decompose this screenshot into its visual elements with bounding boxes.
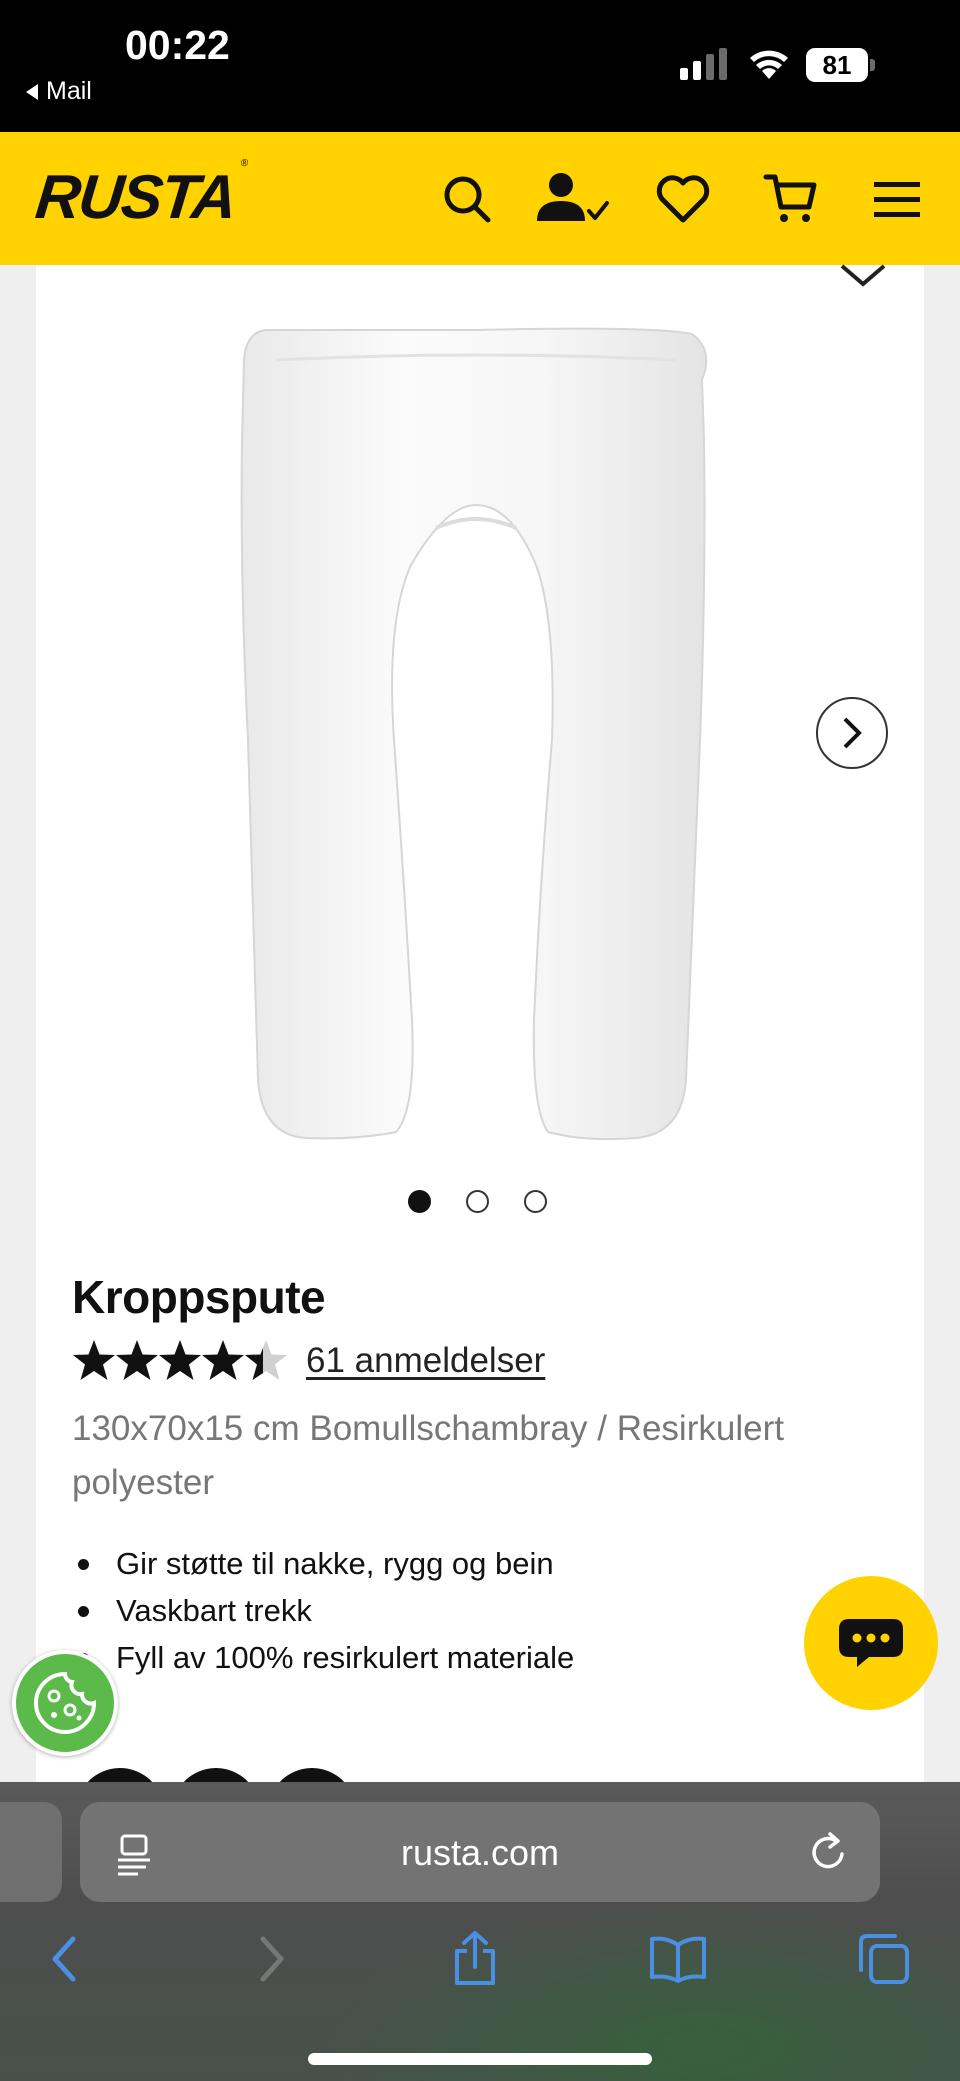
cart-button[interactable]: [760, 168, 822, 230]
wifi-icon: [750, 50, 788, 79]
product-title: Kroppspute: [72, 1271, 326, 1323]
url-text: rusta.com: [400, 1832, 560, 1873]
menu-icon: [874, 182, 920, 217]
address-bar[interactable]: rusta.com: [80, 1802, 880, 1902]
logo-registered-mark: ®: [239, 158, 247, 170]
tabs-button[interactable]: [852, 1927, 916, 1991]
browser-back-button[interactable]: [32, 1927, 96, 1991]
carousel-dot-2[interactable]: [466, 1190, 489, 1213]
bookmarks-icon: [650, 1936, 706, 1983]
carousel-dot-3[interactable]: [524, 1190, 547, 1213]
logo-text: RUSTA: [32, 163, 239, 232]
previous-tab[interactable]: [0, 1802, 62, 1902]
search-button[interactable]: [436, 168, 498, 230]
feature-item: Gir støtte til nakke, rygg og bein: [72, 1540, 574, 1587]
carousel-dots: [408, 1190, 547, 1213]
status-time: 00:22: [125, 22, 230, 68]
chat-button[interactable]: [804, 1576, 938, 1710]
product-rating: 61 anmeldelser: [72, 1338, 545, 1384]
back-to-mail[interactable]: Mail: [26, 77, 92, 106]
cookie-settings-button[interactable]: [12, 1650, 118, 1756]
home-indicator: [308, 2053, 652, 2065]
feature-item: Vaskbart trekk: [72, 1587, 574, 1634]
product-image[interactable]: [236, 320, 716, 1150]
account-button[interactable]: [536, 168, 614, 230]
site-header: RUSTA®: [0, 132, 960, 265]
product-description: 130x70x15 cm Bomullschambray / Resirkule…: [72, 1409, 784, 1502]
status-bar: 00:22 Mail 81: [0, 0, 960, 132]
browser-toolbar: rusta.com: [0, 1782, 960, 2081]
account-icon: [537, 173, 609, 221]
rusta-logo[interactable]: RUSTA®: [32, 158, 246, 233]
chevron-right-icon: [843, 717, 862, 749]
chat-icon: [839, 1619, 903, 1667]
back-label: Mail: [46, 77, 92, 105]
share-button[interactable]: [443, 1927, 507, 1991]
wishlist-button[interactable]: [652, 168, 714, 230]
signal-icon: [680, 48, 727, 80]
back-triangle-icon: [26, 83, 38, 100]
chevron-down-icon[interactable]: [838, 262, 888, 288]
battery-level: 81: [806, 48, 868, 82]
menu-button[interactable]: [866, 168, 928, 230]
heart-icon: [656, 175, 710, 223]
next-image-button[interactable]: [816, 697, 888, 769]
browser-nav: [0, 1927, 960, 2007]
share-icon: [455, 1931, 495, 1985]
cart-icon: [763, 174, 817, 222]
tabs-icon: [859, 1934, 909, 1984]
back-icon: [52, 1936, 76, 1982]
browser-forward-button[interactable]: [240, 1927, 304, 1991]
feature-item: Fyll av 100% resirkulert materiale: [72, 1634, 574, 1681]
carousel-dot-1[interactable]: [408, 1190, 431, 1213]
bookmarks-button[interactable]: [646, 1927, 710, 1991]
rating-stars-icon: [73, 1340, 287, 1380]
battery-icon: 81: [806, 48, 876, 82]
reload-icon[interactable]: [806, 1830, 850, 1874]
cookie-icon: [34, 1671, 97, 1734]
search-icon: [444, 176, 491, 223]
feature-list: Gir støtte til nakke, rygg og bein Vaskb…: [72, 1540, 574, 1681]
reviews-link[interactable]: 61 anmeldelser: [306, 1341, 545, 1381]
forward-icon: [260, 1936, 284, 1982]
